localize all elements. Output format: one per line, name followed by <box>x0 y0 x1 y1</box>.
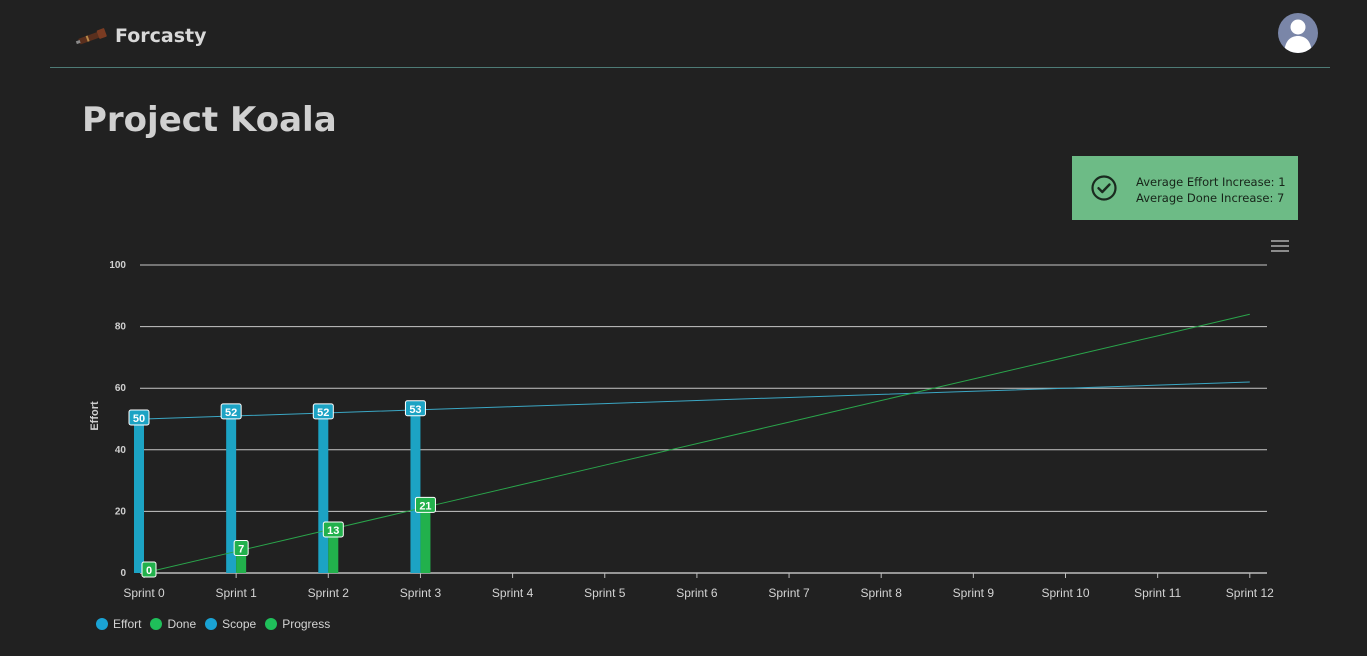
user-avatar[interactable] <box>1278 13 1318 53</box>
legend-label: Effort <box>113 617 142 631</box>
y-tick-label: 60 <box>115 383 127 394</box>
legend-marker <box>96 618 108 630</box>
done-data-label: 21 <box>419 500 431 512</box>
done-data-label: 7 <box>238 543 244 555</box>
effort-bar <box>134 419 144 573</box>
x-tick-label: Sprint 10 <box>1041 586 1089 600</box>
effort-data-label: 52 <box>317 407 329 419</box>
scope-line <box>143 381 1250 420</box>
legend-label: Progress <box>282 617 331 631</box>
effort-data-label: 53 <box>409 404 421 416</box>
progress-line <box>143 313 1250 574</box>
effort-bar <box>410 409 421 573</box>
y-tick-label: 80 <box>115 322 127 333</box>
done-data-label: 0 <box>146 565 152 577</box>
x-tick-label: Sprint 1 <box>215 586 257 600</box>
done-bar <box>420 508 431 573</box>
legend-item-progress[interactable]: Progress <box>265 617 330 631</box>
legend-item-effort[interactable]: Effort <box>96 617 141 631</box>
effort-bar <box>318 412 329 573</box>
y-tick-label: 100 <box>109 260 126 271</box>
x-tick-label: Sprint 11 <box>1134 586 1181 600</box>
legend-label: Done <box>167 617 197 631</box>
x-tick-label: Sprint 5 <box>584 586 626 600</box>
y-axis-label: Effort <box>89 401 101 431</box>
legend-item-done[interactable]: Done <box>150 617 196 631</box>
legend-marker <box>205 618 218 630</box>
sprint-chart: 0 20 40 60 80 100 Effort Sprint 0 Sprint 1 Sprint… <box>89 260 1274 600</box>
stats-alert: Average Effort Increase: 1 Average Done … <box>1072 156 1298 220</box>
x-tick-label: Sprint 9 <box>953 586 995 600</box>
chart-legend: Effort Done Scope Progress <box>96 617 339 631</box>
top-navbar: Forcasty <box>50 0 1330 68</box>
check-circle-icon <box>1091 175 1117 201</box>
x-tick-label: Sprint 4 <box>492 586 534 600</box>
legend-item-scope[interactable]: Scope <box>205 617 256 631</box>
x-tick-label: Sprint 2 <box>308 586 350 600</box>
page-title: Project Koala <box>82 100 337 140</box>
legend-marker <box>265 618 278 630</box>
done-bar <box>328 532 339 573</box>
x-tick-label: Sprint 8 <box>861 586 903 600</box>
user-avatar-icon <box>1284 19 1312 53</box>
y-tick-label: 40 <box>115 445 127 456</box>
x-tick-label: Sprint 6 <box>676 586 718 600</box>
x-tick-label: Sprint 12 <box>1226 586 1274 600</box>
telescope-icon <box>75 28 107 45</box>
avg-effort-increase: Average Effort Increase: 1 <box>1136 175 1286 189</box>
done-data-label: 13 <box>327 525 339 537</box>
effort-data-label: 50 <box>133 413 145 425</box>
x-tick-label: Sprint 3 <box>400 586 442 600</box>
x-tick-label: Sprint 0 <box>123 586 165 600</box>
y-tick-label: 0 <box>120 568 126 579</box>
avg-done-increase: Average Done Increase: 7 <box>1136 191 1285 205</box>
y-tick-label: 20 <box>115 506 127 517</box>
legend-label: Scope <box>222 617 257 631</box>
legend-marker <box>150 618 163 630</box>
brand-logo[interactable]: Forcasty <box>75 22 207 50</box>
x-tick-label: Sprint 7 <box>768 586 810 600</box>
app-name: Forcasty <box>115 25 207 47</box>
effort-data-label: 52 <box>225 407 237 419</box>
